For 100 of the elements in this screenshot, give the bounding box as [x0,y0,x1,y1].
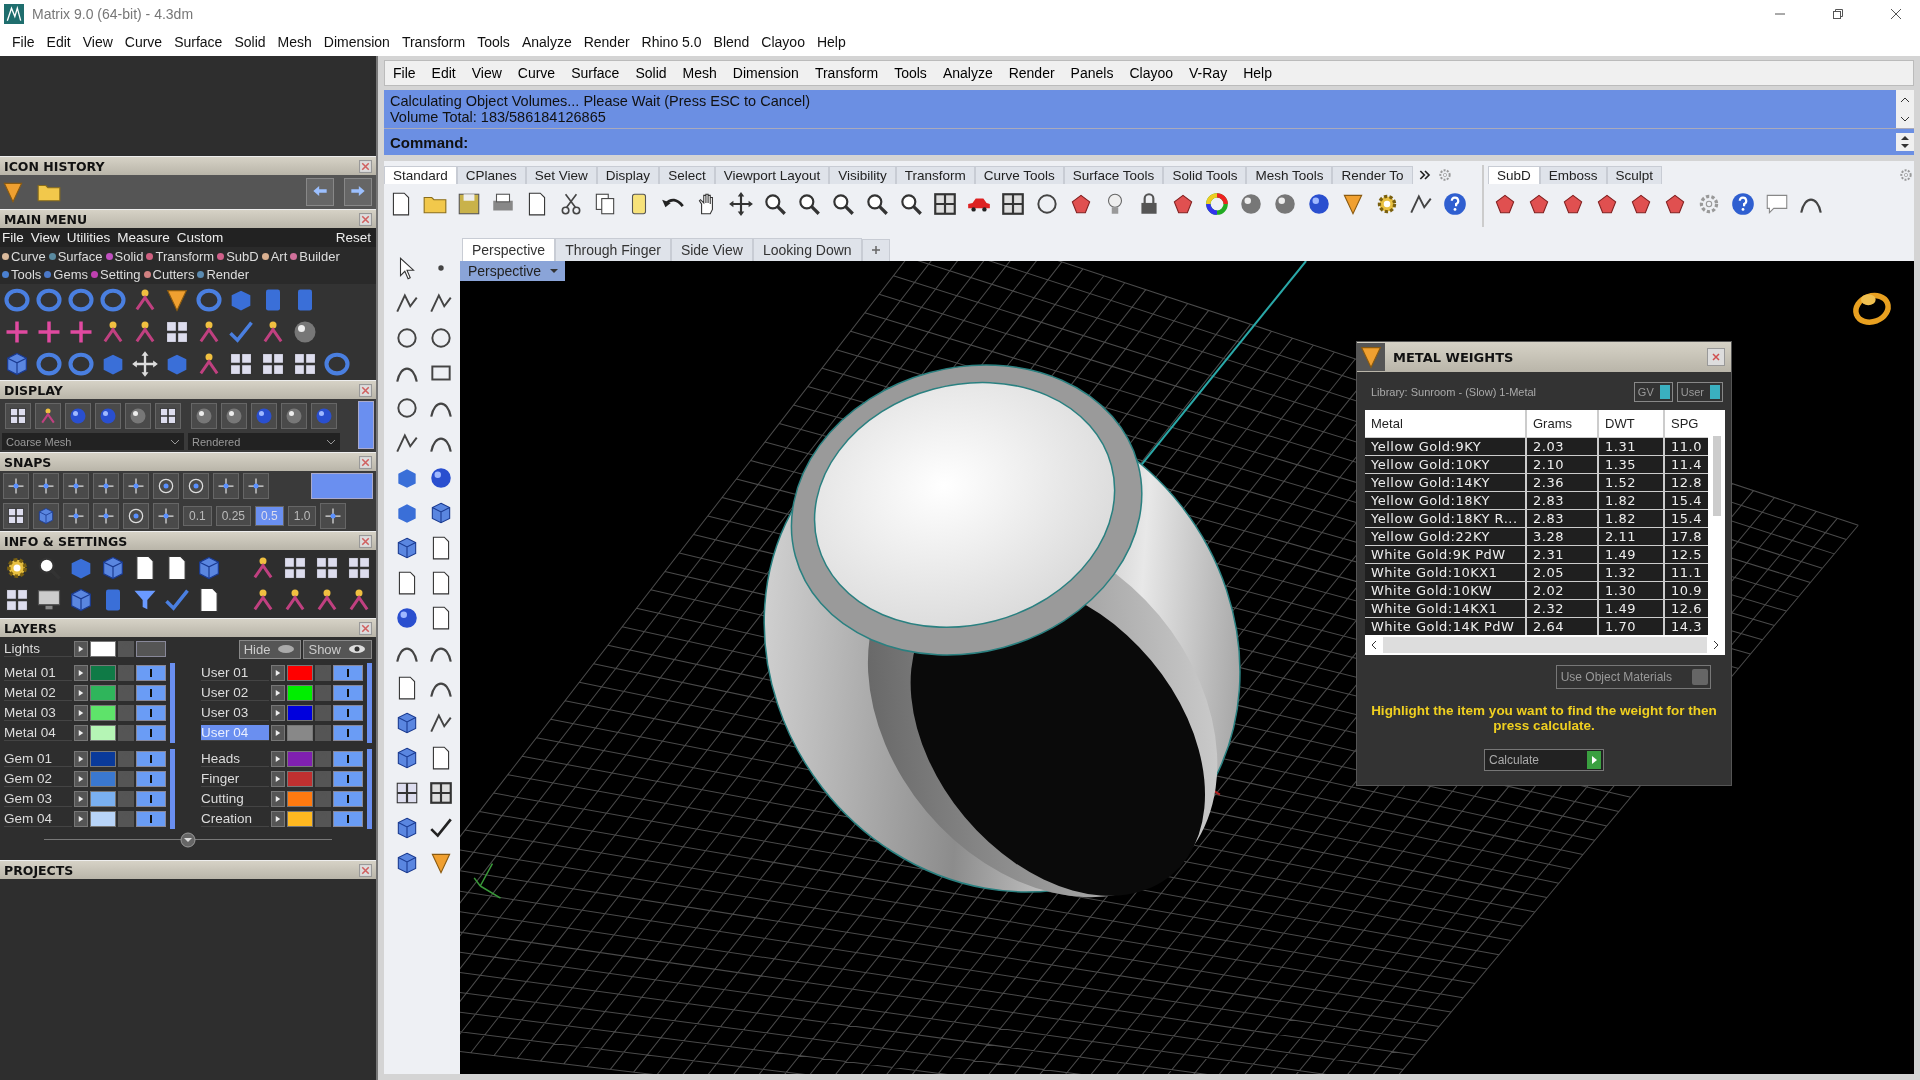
snap-value-button[interactable]: 1.0 [287,506,317,526]
category-item[interactable]: Setting [91,267,141,282]
visibility-toggle[interactable] [333,791,363,807]
toolbar-tab[interactable]: Select [659,166,715,184]
toggle-switch[interactable] [358,401,374,449]
toolbar-tab[interactable]: Mesh Tools [1246,166,1333,184]
menu-item[interactable]: Clayoo [755,34,811,50]
layer-name[interactable]: Finger [201,771,269,787]
toolbar-tab[interactable]: Visibility [829,166,896,184]
expand-button[interactable] [74,751,88,767]
table-cell[interactable]: 1.49 [1599,600,1663,617]
menu-item[interactable]: Help [1235,65,1280,81]
crosshair-icon[interactable] [153,503,179,529]
category-item[interactable]: Curve [2,249,46,264]
category-item[interactable]: Render [197,267,250,282]
category-item[interactable]: SubD [217,249,259,264]
back-button[interactable] [306,178,334,206]
scroll-thumb[interactable] [1712,436,1721,516]
menu-item[interactable]: Solid [228,34,272,50]
menu-item[interactable]: Render [1000,65,1063,81]
menu-item[interactable]: V-Ray [1181,65,1236,81]
restore-icon[interactable] [1832,8,1844,20]
visibility-toggle[interactable] [136,685,166,701]
crosshair-icon[interactable] [3,473,29,499]
menu-item[interactable]: Rhino 5.0 [635,34,708,50]
close-button[interactable] [1707,348,1725,366]
menu-item[interactable]: Blend [707,34,756,50]
menu-item[interactable]: Help [810,34,852,50]
toolbar-tab[interactable]: Transform [895,166,975,184]
expand-button[interactable] [271,685,285,701]
category-item[interactable]: Cutters [143,267,195,282]
magnifier-icon[interactable] [796,191,822,217]
user-toggle[interactable]: User [1676,382,1723,402]
category-item[interactable]: Gems [44,267,89,282]
menu-item[interactable]: File [0,230,29,245]
color-swatch[interactable] [90,705,116,721]
color-swatch[interactable] [287,751,313,767]
color-swatch[interactable] [90,641,116,657]
table-cell[interactable]: 2.03 [1527,438,1597,455]
viewport-tab[interactable]: Perspective [462,238,556,261]
table-cell[interactable]: 1.35 [1599,456,1663,473]
layer-name[interactable]: Heads [201,751,269,767]
menu-item[interactable]: Analyze [934,65,1001,81]
expand-button[interactable] [74,811,88,827]
table-cell[interactable]: Yellow Gold:10KY [1365,456,1525,473]
color-swatch[interactable] [90,685,116,701]
table-cell[interactable]: 11.1 [1665,564,1708,581]
menu-item[interactable]: Edit [40,34,77,50]
toolbar-tab[interactable]: Viewport Layout [714,166,830,184]
visibility-toggle[interactable] [333,665,363,681]
table-cell[interactable]: 11.0 [1665,438,1708,455]
visibility-toggle[interactable] [136,665,166,681]
scroll-up-icon[interactable] [1900,96,1910,103]
table-cell[interactable]: Yellow Gold:18KY R... [1365,510,1525,527]
column-header[interactable]: Grams [1527,410,1597,437]
layer-name[interactable]: Metal 03 [4,705,72,721]
toggle-switch[interactable] [311,473,373,499]
visibility-toggle[interactable] [136,771,166,787]
menu-item[interactable]: Custom [174,230,229,245]
scroll-bar[interactable] [170,663,175,743]
expand-button[interactable] [74,705,88,721]
layer-name[interactable]: Cutting [201,791,269,807]
menu-item[interactable]: Dimension [317,34,396,50]
spinner-icon[interactable] [1896,133,1914,151]
column-header[interactable]: SPG [1665,410,1708,437]
category-item[interactable]: Builder [290,249,340,264]
circle-icon[interactable] [428,325,454,351]
viewport-tab[interactable]: Side View [670,238,753,261]
target-icon[interactable] [123,503,149,529]
color-swatch[interactable] [287,665,313,681]
table-cell[interactable]: 1.70 [1599,618,1663,635]
menu-item[interactable]: Render [577,34,636,50]
table-cell[interactable]: 2.83 [1527,492,1597,509]
visibility-toggle[interactable] [136,725,166,741]
table-cell[interactable]: Yellow Gold:22KY [1365,528,1525,545]
menu-item[interactable]: Measure [115,230,175,245]
snap-value-button[interactable]: 0.25 [215,506,252,526]
crosshair-icon[interactable] [93,503,119,529]
table-cell[interactable]: 10.9 [1665,582,1708,599]
layer-name[interactable]: Lights [4,641,72,657]
expand-button[interactable] [271,771,285,787]
table-cell[interactable]: 12.8 [1665,474,1708,491]
crosshair-icon[interactable] [63,473,89,499]
crosshair-icon[interactable] [63,503,89,529]
mesh-dropdown[interactable]: Coarse Mesh [2,433,184,450]
expand-button[interactable] [74,771,88,787]
table-cell[interactable]: 11.4 [1665,456,1708,473]
close-icon[interactable] [1890,8,1902,20]
expand-button[interactable] [74,665,88,681]
menu-item[interactable]: Tools [886,65,935,81]
toolbar-tab[interactable]: SubD [1488,166,1540,184]
command-line[interactable]: Command: [384,129,1914,155]
layer-name[interactable]: Creation [201,811,269,827]
layer-name[interactable]: Gem 03 [4,791,72,807]
sphere-icon[interactable] [428,465,454,491]
table-cell[interactable]: 1.52 [1599,474,1663,491]
color-swatch[interactable] [90,725,116,741]
color-swatch[interactable] [90,771,116,787]
visibility-toggle[interactable] [333,771,363,787]
calculate-button[interactable]: Calculate [1484,749,1604,771]
